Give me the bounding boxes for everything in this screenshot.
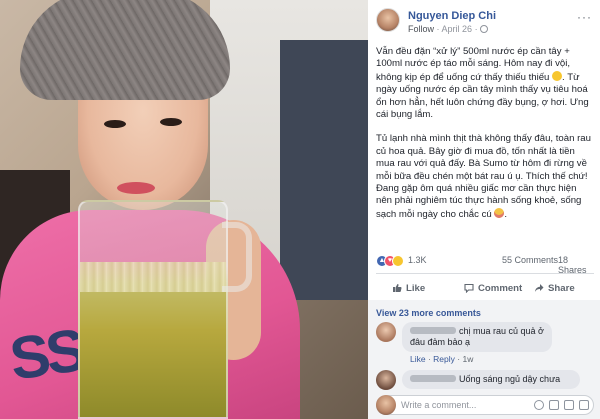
- comment-input-icons: [534, 400, 589, 410]
- commenter-name-redacted[interactable]: [410, 375, 456, 382]
- thumbs-up-icon: [393, 284, 402, 292]
- author-name[interactable]: Nguyen Diep Chi: [408, 10, 496, 22]
- post-stats: ▲ ♥ 1.3K 55 Comments 18 Shares: [376, 254, 594, 275]
- post-paragraph-2: Tủ lạnh nhà mình thịt thà không thấy đâu…: [376, 133, 591, 220]
- post-meta: Follow · April 26 ·: [408, 24, 489, 34]
- haha-reaction-icon: [392, 255, 404, 267]
- photo-jug-handle: [222, 222, 252, 292]
- current-user-avatar: [376, 395, 396, 415]
- photo-towel: [20, 0, 230, 100]
- speech-bubble-icon: [464, 283, 474, 293]
- author-avatar[interactable]: [376, 8, 400, 32]
- comment-like-link[interactable]: Like: [410, 354, 426, 364]
- stats-divider: [376, 273, 594, 274]
- share-arrow-icon: [535, 284, 544, 292]
- post-panel: Nguyen Diep Chi Follow · April 26 · ··· …: [368, 0, 600, 419]
- like-button-label: Like: [406, 282, 426, 294]
- comment-input[interactable]: [401, 396, 511, 414]
- post-paragraph-2-text: Tủ lạnh nhà mình thịt thà không thấy đâu…: [376, 133, 591, 220]
- photo-shirt-print: SS: [5, 316, 87, 393]
- grinning-emoji-icon: [494, 207, 505, 218]
- photo-lips: [117, 182, 155, 194]
- post-paragraph-1: Vẫn đều đặn “xử lý” 500ml nước ép cần tâ…: [376, 46, 594, 121]
- commenter-avatar[interactable]: [376, 322, 396, 342]
- follow-link[interactable]: Follow: [408, 24, 434, 34]
- write-comment-box[interactable]: [376, 395, 594, 415]
- smiling-emoji-icon: [552, 70, 563, 81]
- comment-reply-link[interactable]: Reply: [433, 354, 455, 364]
- comment-bubble: chị mua rau củ quả ở đâu đảm bảo ạ: [402, 322, 552, 352]
- post-date[interactable]: April 26: [442, 24, 473, 34]
- comments-count[interactable]: 55 Comments: [502, 255, 558, 265]
- share-button-label: Share: [548, 282, 575, 294]
- camera-icon[interactable]: [549, 400, 559, 410]
- post-actions: Like Comment Share: [376, 278, 594, 298]
- sticker-icon[interactable]: [579, 400, 589, 410]
- post-paragraph-1-text: Vẫn đều đặn “xử lý” 500ml nước ép cần tâ…: [376, 46, 571, 83]
- view-more-comments-link[interactable]: View 23 more comments: [376, 308, 481, 318]
- post-photo[interactable]: SS: [0, 0, 368, 419]
- emoji-icon[interactable]: [534, 400, 544, 410]
- comment-button-label: Comment: [478, 282, 523, 294]
- reaction-count[interactable]: 1.3K: [408, 255, 427, 265]
- like-button[interactable]: Like: [392, 280, 425, 296]
- photo-eye-right: [160, 118, 182, 126]
- commenter-name-redacted[interactable]: [410, 327, 456, 334]
- comment-actions: Like · Reply · 1w: [410, 354, 473, 364]
- share-button[interactable]: Share: [534, 280, 575, 296]
- photo-eye-left: [104, 120, 126, 128]
- photo-celery-juice-jug: [78, 200, 228, 419]
- comment-bubble: Uống sáng ngủ dậy chưa: [402, 370, 580, 389]
- gif-icon[interactable]: [564, 400, 574, 410]
- comment-text: Uống sáng ngủ dậy chưa: [459, 374, 561, 384]
- post-body: Vẫn đều đặn “xử lý” 500ml nước ép cần tâ…: [376, 46, 594, 233]
- comment-time[interactable]: 1w: [462, 354, 473, 364]
- comment-button[interactable]: Comment: [464, 280, 522, 296]
- more-options-icon[interactable]: ···: [577, 10, 592, 24]
- post-header: Nguyen Diep Chi Follow · April 26 · ···: [376, 8, 596, 38]
- facebook-photo-viewer: SS Nguyen Diep Chi Follow · April 26 · ·…: [0, 0, 600, 419]
- commenter-avatar[interactable]: [376, 370, 396, 390]
- shares-count[interactable]: 18 Shares: [558, 255, 594, 275]
- photo-door: [280, 40, 368, 300]
- photo-juice-foam: [80, 262, 226, 292]
- globe-icon: [480, 25, 489, 33]
